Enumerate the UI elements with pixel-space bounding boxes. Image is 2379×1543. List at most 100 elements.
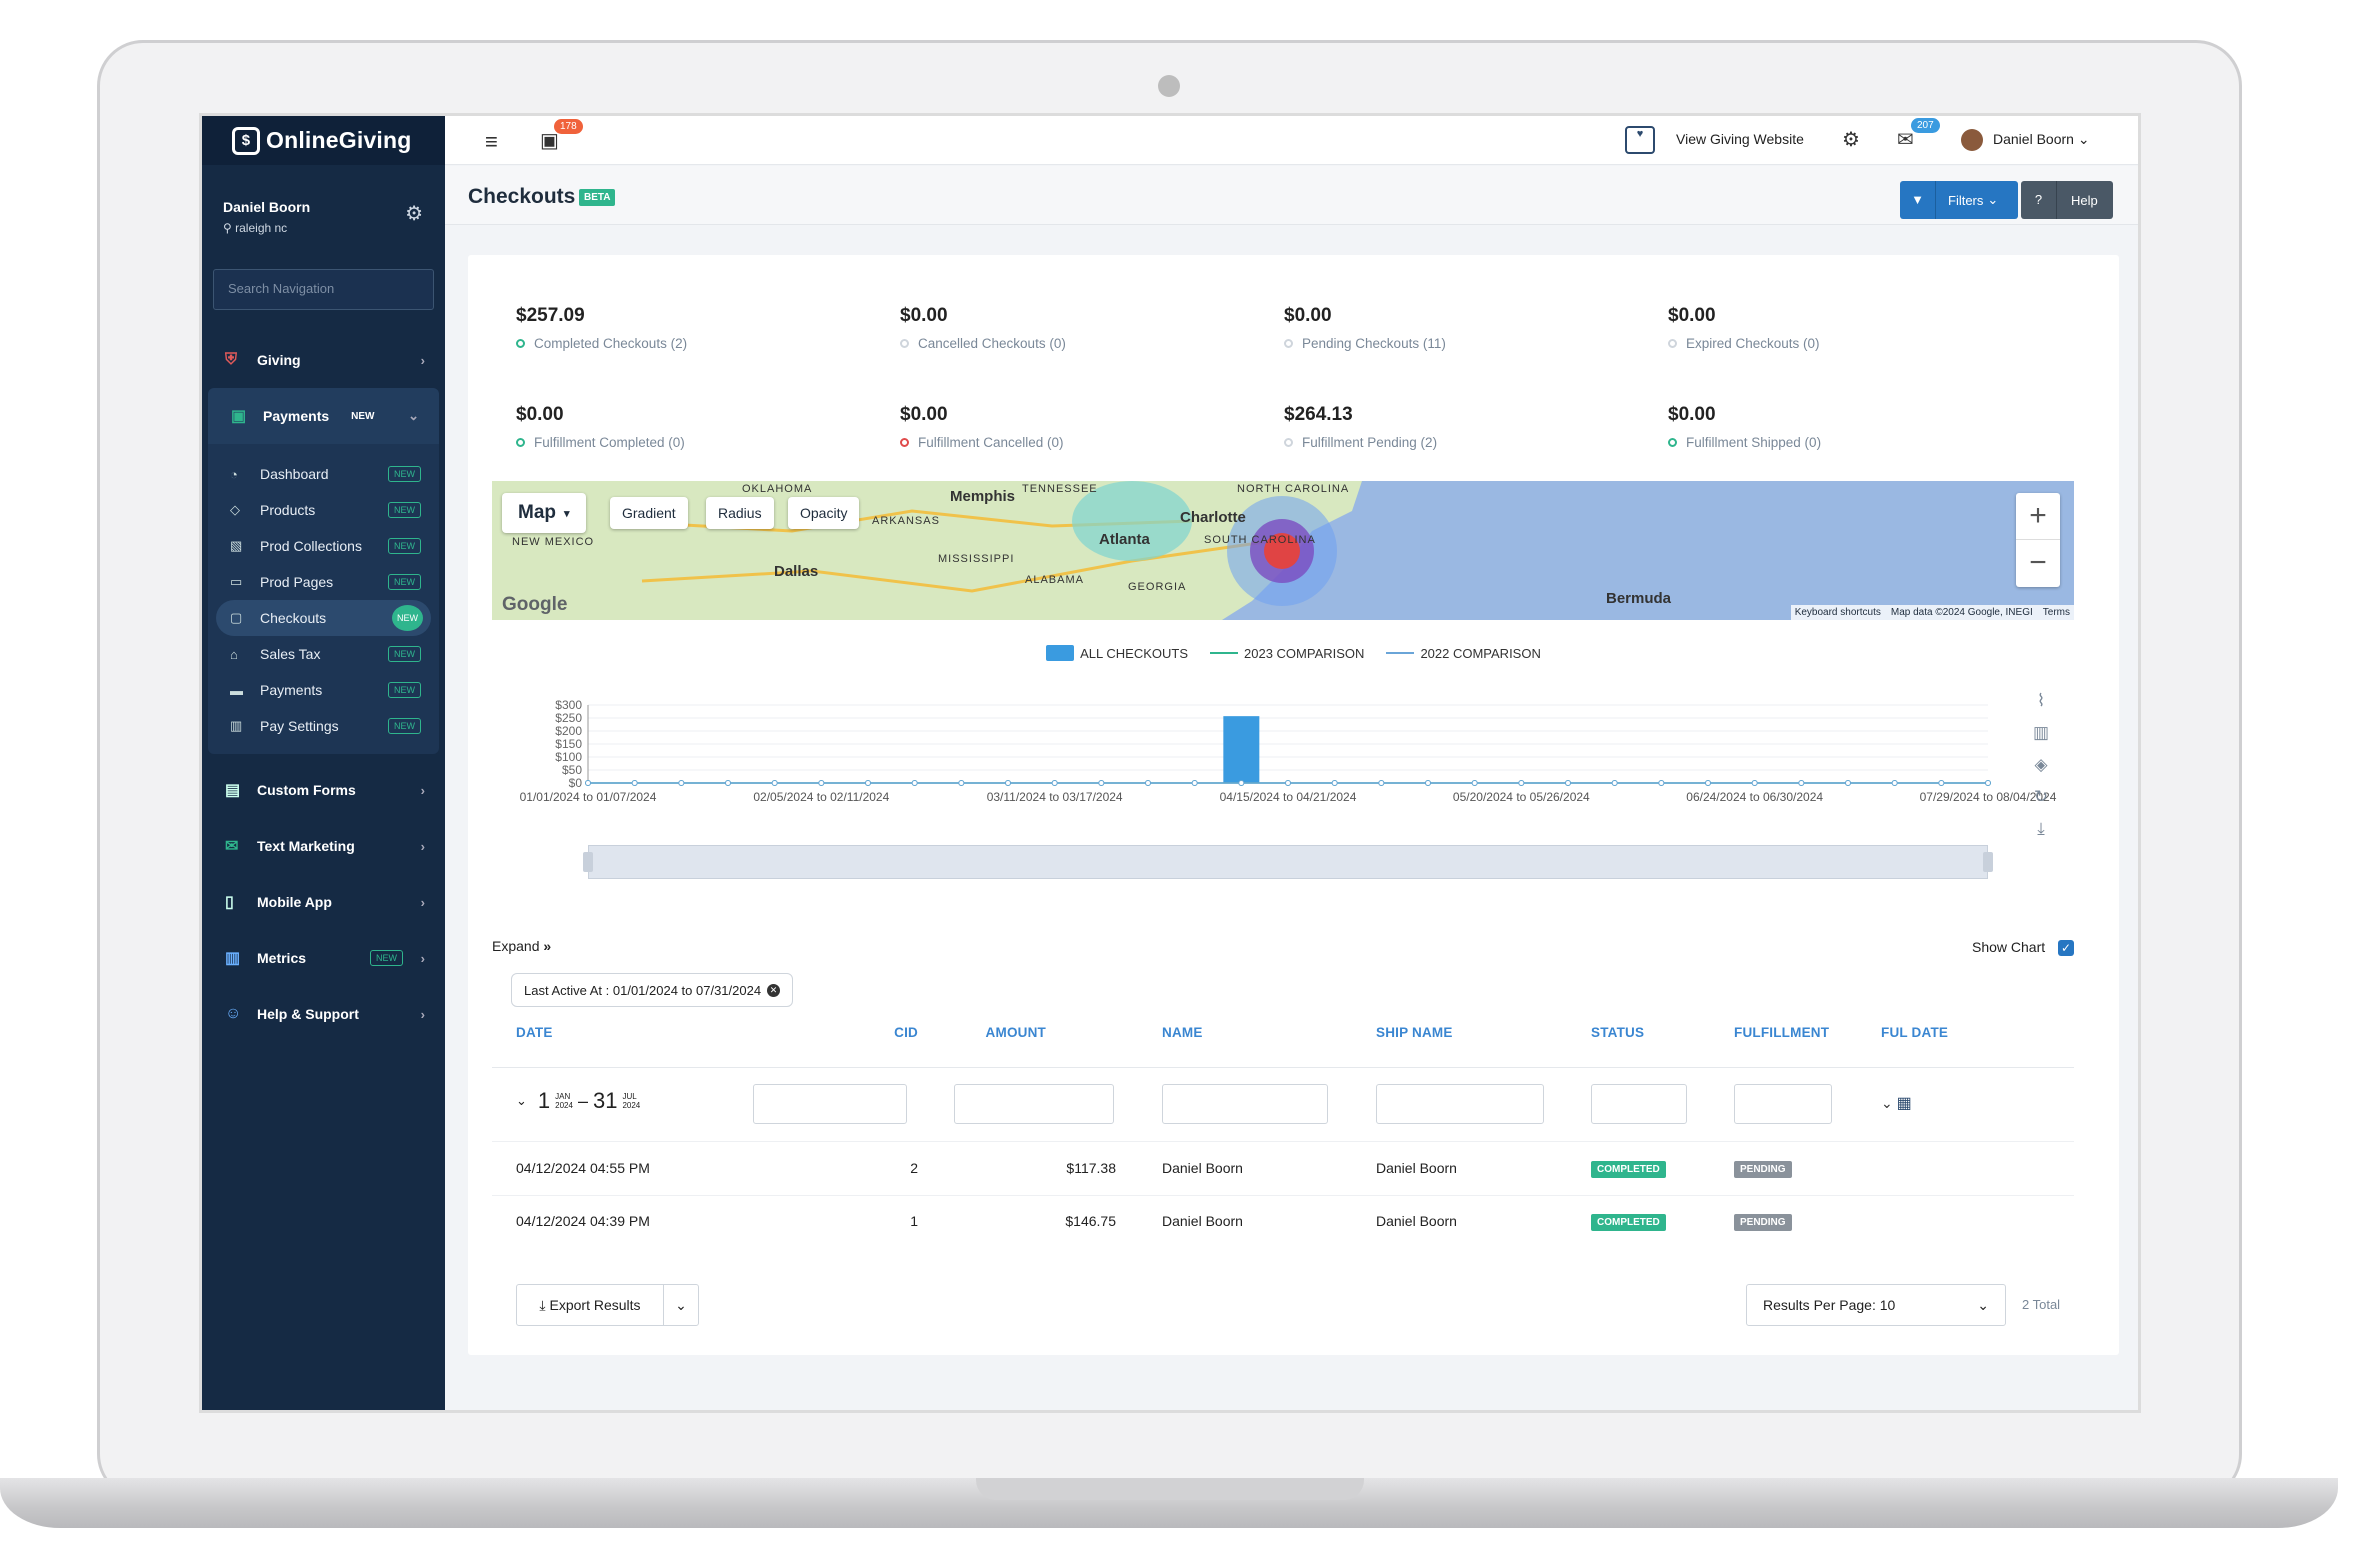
brand-logo[interactable]: $ OnlineGiving: [202, 116, 445, 165]
refresh-icon[interactable]: ↻: [2026, 781, 2056, 813]
radius-button[interactable]: Radius: [706, 497, 774, 529]
download-icon[interactable]: ⤓: [2026, 813, 2056, 845]
status-filter-input[interactable]: [1591, 1084, 1687, 1124]
submenu-item[interactable]: ▢ Checkouts NEW: [216, 600, 431, 636]
heatmap-map[interactable]: Memphis TENNESSEE NORTH CAROLINA ARKANSAS Ch…: [492, 481, 2074, 620]
bar-chart-icon[interactable]: ▥: [2026, 717, 2056, 749]
series-point[interactable]: [1238, 780, 1245, 786]
series-point[interactable]: [1098, 780, 1105, 786]
column-header[interactable]: AMOUNT: [896, 1025, 1046, 1040]
attribution-link[interactable]: Terms: [2043, 607, 2070, 618]
sidebar-item-metrics[interactable]: ▥ Metrics NEW ›: [202, 930, 445, 986]
filters-button[interactable]: ▼ Filters ⌄: [1900, 181, 2018, 219]
series-point[interactable]: [1145, 780, 1151, 786]
series-point[interactable]: [585, 780, 591, 786]
series-point[interactable]: [1798, 780, 1805, 786]
slider-handle-right[interactable]: [1983, 852, 1993, 872]
series-point[interactable]: [1705, 780, 1711, 786]
series-point[interactable]: [1518, 780, 1525, 786]
sidebar-item-text-marketing[interactable]: ✉ Text Marketing ›: [202, 818, 445, 874]
column-header[interactable]: DATE: [516, 1025, 553, 1040]
series-point[interactable]: [678, 780, 685, 786]
column-header[interactable]: FULFILLMENT: [1734, 1025, 1829, 1040]
series-point[interactable]: [631, 780, 638, 786]
submenu-item[interactable]: ▥ Pay Settings NEW: [216, 708, 431, 744]
submenu-item[interactable]: ▧ Prod Collections NEW: [216, 528, 431, 564]
table-row[interactable]: 04/12/2024 04:39 PM 1 $146.75 Daniel Boorn D…: [468, 1213, 2119, 1266]
zoom-out-button[interactable]: −: [2016, 540, 2060, 587]
column-header[interactable]: NAME: [1162, 1025, 1203, 1040]
series-point[interactable]: [1425, 780, 1431, 786]
export-results-button[interactable]: ⤓ Export Results ⌄: [516, 1284, 699, 1326]
zoom-in-button[interactable]: +: [2016, 493, 2060, 540]
remove-filter-icon[interactable]: ✕: [767, 983, 781, 997]
series-point[interactable]: [771, 780, 778, 786]
series-point[interactable]: [1378, 780, 1385, 786]
series-point[interactable]: [1331, 780, 1338, 786]
sidebar-item-help[interactable]: ☺ Help & Support ›: [202, 986, 445, 1042]
series-point[interactable]: [1051, 780, 1058, 786]
slider-handle-left[interactable]: [583, 852, 593, 872]
series-point[interactable]: [1611, 780, 1618, 786]
series-point[interactable]: [1565, 780, 1571, 786]
bar[interactable]: [1223, 716, 1260, 783]
column-header[interactable]: SHIP NAME: [1376, 1025, 1453, 1040]
series-point[interactable]: [911, 780, 918, 786]
sidebar-item-giving[interactable]: ⛨ Giving ›: [202, 332, 445, 388]
avatar[interactable]: [1961, 129, 1983, 151]
amount-filter-input[interactable]: [954, 1084, 1114, 1124]
attribution-link[interactable]: Map data ©2024 Google, INEGI: [1891, 607, 2033, 618]
sidebar-item-custom-forms[interactable]: ▤ Custom Forms ›: [202, 762, 445, 818]
fulfillment-filter-input[interactable]: [1734, 1084, 1832, 1124]
series-point[interactable]: [1845, 780, 1851, 786]
export-main[interactable]: ⤓ Export Results: [517, 1285, 664, 1325]
submenu-item[interactable]: ▬ Payments NEW: [216, 672, 431, 708]
sidebar-item-payments[interactable]: ▣ Payments NEW ⌄: [208, 388, 439, 444]
results-per-page-select[interactable]: Results Per Page: 10 ⌄: [1746, 1284, 2006, 1326]
opacity-button[interactable]: Opacity: [788, 497, 860, 529]
series-point[interactable]: [1471, 780, 1478, 786]
series-point[interactable]: [1891, 780, 1898, 786]
date-range-filter[interactable]: ⌄ 1 JAN 2024 – 31 JUL 2024: [516, 1088, 640, 1114]
submenu-item[interactable]: ◔ Dashboard NEW: [216, 456, 431, 492]
series-point[interactable]: [865, 780, 871, 786]
export-dropdown-chevron-icon[interactable]: ⌄: [664, 1297, 698, 1314]
series-point[interactable]: [818, 780, 825, 786]
series-point[interactable]: [1751, 780, 1758, 786]
line-chart-icon[interactable]: ⌇: [2026, 685, 2056, 717]
column-header[interactable]: STATUS: [1591, 1025, 1644, 1040]
series-point[interactable]: [1191, 780, 1198, 786]
gradient-button[interactable]: Gradient: [610, 497, 688, 529]
series-point[interactable]: [1005, 780, 1011, 786]
settings-gear-icon[interactable]: ⚙: [1842, 127, 1860, 152]
series-point[interactable]: [1938, 780, 1945, 786]
search-navigation-input[interactable]: Search Navigation: [213, 269, 434, 310]
series-point[interactable]: [1985, 780, 1991, 786]
show-chart-checkbox[interactable]: ✓: [2058, 940, 2074, 956]
user-menu[interactable]: Daniel Boorn ⌄: [1993, 131, 2090, 148]
name-filter-input[interactable]: [1162, 1084, 1328, 1124]
series-point[interactable]: [1658, 780, 1665, 786]
sidebar-item-mobile-app[interactable]: ▯ Mobile App ›: [202, 874, 445, 930]
ful-date-filter[interactable]: ⌄ ▦: [1881, 1093, 1912, 1113]
hamburger-menu-icon[interactable]: ≡: [485, 129, 498, 155]
submenu-item[interactable]: ◇ Products NEW: [216, 492, 431, 528]
table-row[interactable]: 04/12/2024 04:55 PM 2 $117.38 Daniel Boorn D…: [468, 1160, 2119, 1213]
messages-icon[interactable]: ✉: [1897, 127, 1914, 152]
chart-zoom-slider[interactable]: [588, 845, 1988, 879]
cid-filter-input[interactable]: [753, 1084, 907, 1124]
view-giving-website-link[interactable]: View Giving Website: [1676, 131, 1804, 147]
expand-toggle[interactable]: Expand »: [492, 938, 551, 954]
user-settings-gear-icon[interactable]: ⚙: [405, 201, 423, 226]
submenu-item[interactable]: ▭ Prod Pages NEW: [216, 564, 431, 600]
ship-name-filter-input[interactable]: [1376, 1084, 1544, 1124]
help-button[interactable]: ? Help: [2021, 181, 2113, 219]
filter-chip[interactable]: Last Active At : 01/01/2024 to 07/31/202…: [511, 973, 794, 1007]
series-point[interactable]: [1285, 780, 1291, 786]
submenu-item[interactable]: ⌂ Sales Tax NEW: [216, 636, 431, 672]
series-point[interactable]: [725, 780, 731, 786]
map-type-button[interactable]: Map ▾: [502, 493, 586, 533]
series-point[interactable]: [958, 780, 965, 786]
column-header[interactable]: FUL DATE: [1881, 1025, 1948, 1040]
stack-icon[interactable]: ◈: [2026, 749, 2056, 781]
